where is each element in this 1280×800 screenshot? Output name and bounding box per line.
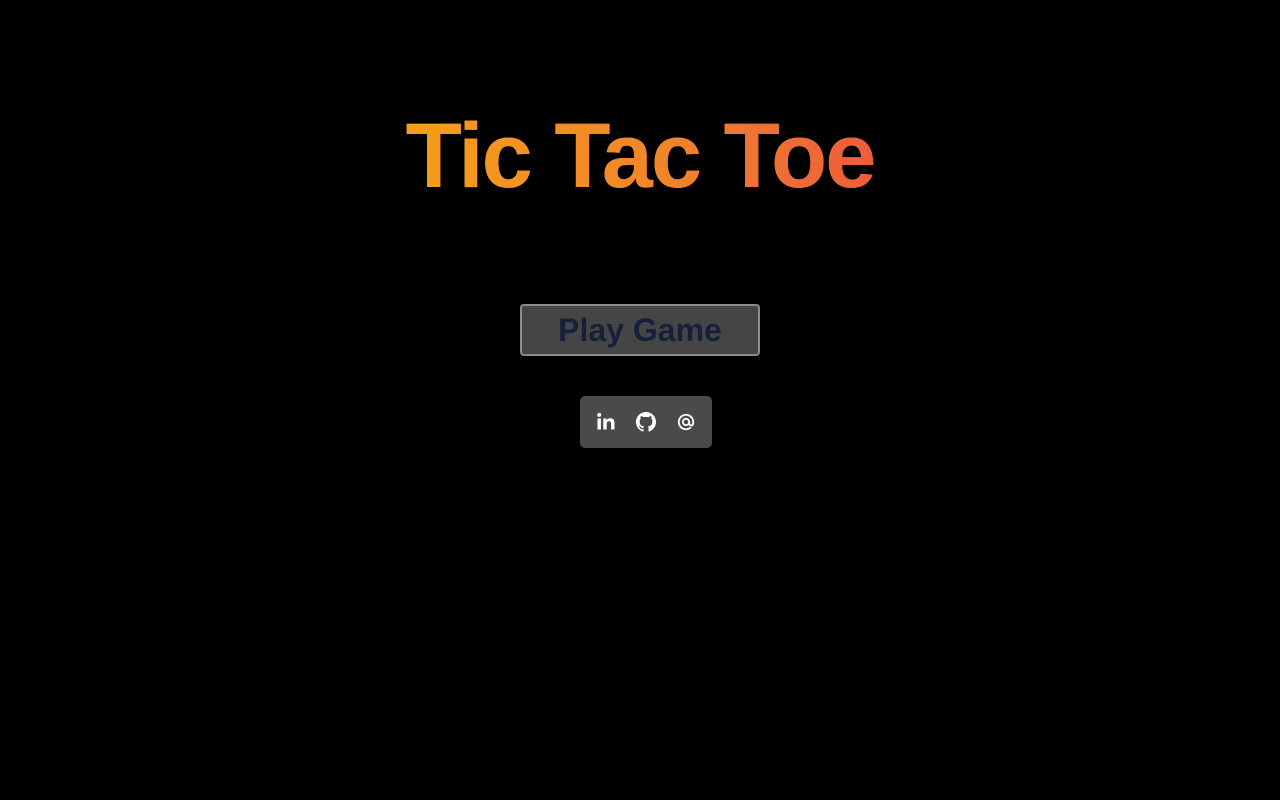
page-title-text: Tic Tac Toe [405, 105, 877, 207]
linkedin-icon [596, 412, 616, 432]
page-title: Tic Tac Toe [0, 104, 1280, 208]
play-game-button[interactable]: Play Game [520, 304, 760, 356]
social-links-bar [580, 396, 712, 448]
linkedin-link[interactable] [596, 412, 616, 432]
email-link[interactable] [676, 412, 696, 432]
github-icon [636, 412, 656, 432]
page: Tic Tac Toe Play Game [0, 0, 1280, 800]
at-sign-icon [676, 412, 696, 432]
github-link[interactable] [636, 412, 656, 432]
